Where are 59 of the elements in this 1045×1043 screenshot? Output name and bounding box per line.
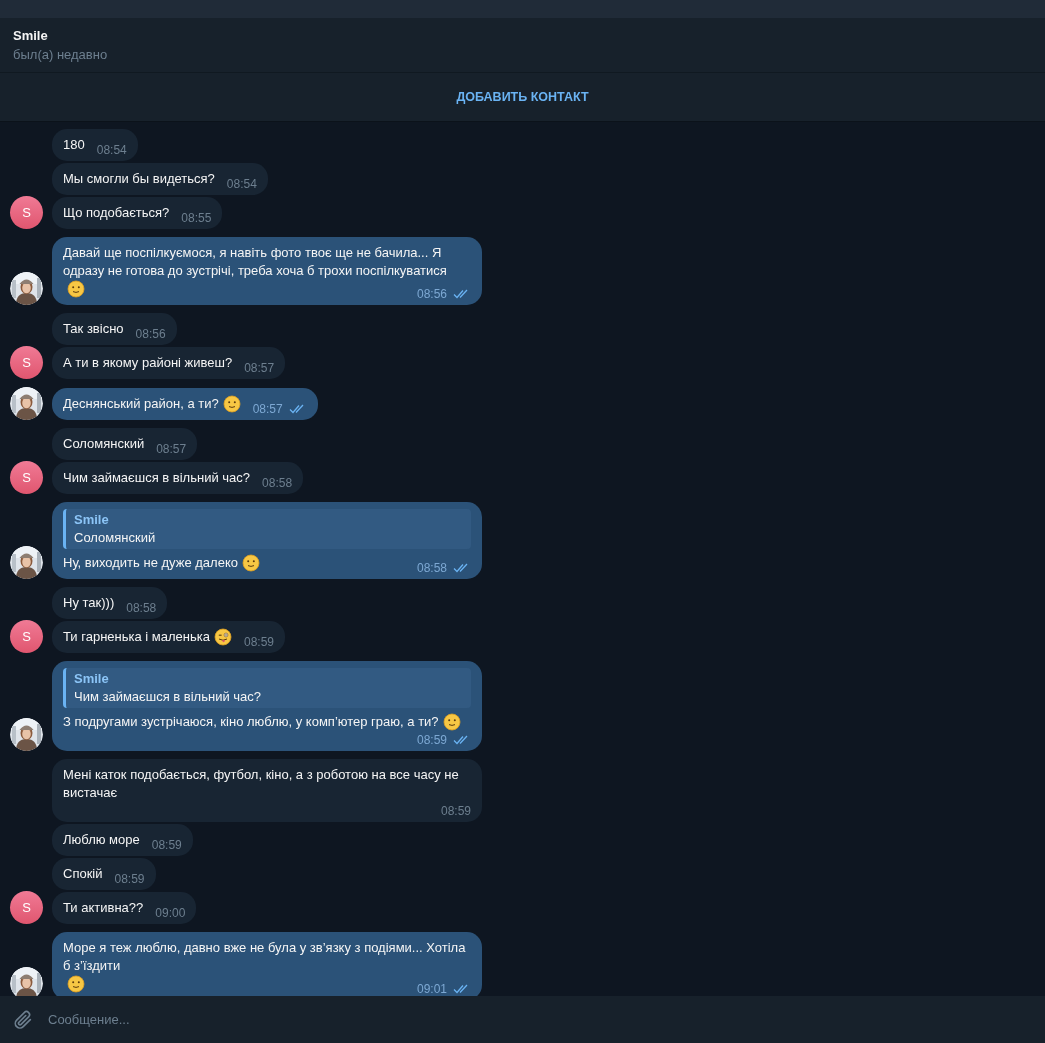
reply-text: Соломянский	[74, 529, 157, 547]
avatar-initial: S	[10, 346, 43, 379]
message-time: 08:58	[416, 560, 447, 577]
reply-quote[interactable]: Smile Соломянский	[63, 509, 471, 549]
message-time: 08:57	[156, 441, 187, 458]
contact-name: Smile	[13, 27, 49, 45]
message-text: Давай ще поспілкуємося, я навіть фото твоє ще не бачила... Я одразу не готова до зустрічі, треба хоча б трохи поспілкуватися	[63, 244, 448, 280]
message-text: Соломянский	[63, 435, 145, 453]
message-composer[interactable]: Сообщение...	[0, 996, 1045, 1043]
message-text: Ти активна??	[63, 899, 144, 917]
message-text: Що подобається?	[63, 204, 170, 222]
message-time: 08:59	[151, 837, 182, 854]
avatar-initial: S	[10, 891, 43, 924]
reply-text: Чим займаєшся в вільний час?	[74, 688, 263, 706]
smiling-face-emoji-icon	[241, 554, 260, 572]
reply-author: Smile	[74, 511, 110, 529]
message-time: 08:59	[244, 634, 274, 651]
message-text: Мені каток подобається, футбол, кіно, а з роботою на все часу не вистачає	[63, 766, 460, 802]
avatar-initial: S	[10, 620, 43, 653]
avatar-initial: S	[10, 461, 43, 494]
message-text: Море я теж люблю, давно вже не була у зв’язку з подіями... Хотіла б з’їздити	[63, 939, 467, 975]
last-seen-status: был(а) недавно	[13, 46, 109, 64]
message-time: 08:55	[181, 210, 212, 227]
message-time: 08:56	[416, 286, 447, 303]
message-time: 08:54	[226, 176, 257, 193]
attach-icon[interactable]	[12, 1008, 34, 1031]
message-time: 08:57	[244, 360, 275, 377]
message-time: 08:59	[416, 732, 447, 749]
smiling-face-emoji-icon	[222, 395, 241, 413]
add-contact-button[interactable]: ДОБАВИТЬ КОНТАКТ	[448, 83, 597, 111]
smiling-face-emoji-icon	[442, 713, 461, 731]
reply-quote[interactable]: Smile Чим займаєшся в вільний час?	[63, 668, 471, 708]
message-text: Мы смогли бы видеться?	[63, 170, 215, 188]
message-text: Спокій	[63, 865, 103, 883]
smiling-face-emoji-icon	[67, 280, 85, 298]
avatar-initial: S	[10, 196, 43, 229]
message-time: 09:01	[416, 981, 447, 996]
message-time: 08:59	[114, 871, 145, 888]
message-text: Ти гарненька і маленька	[63, 628, 210, 646]
message-text: Чим займаєшся в вільний час?	[63, 469, 251, 487]
message-time: 08:57	[252, 401, 283, 418]
message-time: 08:58	[262, 475, 293, 492]
message-text: Так звісно	[63, 320, 124, 338]
message-text: Ну так)))	[63, 594, 115, 612]
message-time: 08:54	[96, 142, 127, 159]
message-text: Деснянський район, а ти?	[63, 395, 219, 413]
message-time: 08:56	[135, 326, 166, 343]
message-time: 08:59	[440, 803, 471, 820]
message-text: З подругами зустрічаюся, кіно люблю, у комп’ютер граю, а ти?	[63, 713, 439, 731]
message-time: 08:58	[126, 600, 157, 617]
reply-author: Smile	[74, 670, 110, 688]
message-time: 09:00	[155, 905, 186, 922]
message-text: 180	[63, 136, 85, 154]
message-text: Ну, виходить не дуже далеко	[63, 554, 238, 572]
message-input[interactable]: Сообщение...	[48, 1005, 1033, 1034]
smiling-face-emoji-icon	[67, 975, 85, 993]
message-text: Люблю море	[63, 831, 140, 849]
winking-tongue-emoji-icon	[214, 628, 232, 646]
message-text: А ти в якому районі живеш?	[63, 354, 233, 372]
